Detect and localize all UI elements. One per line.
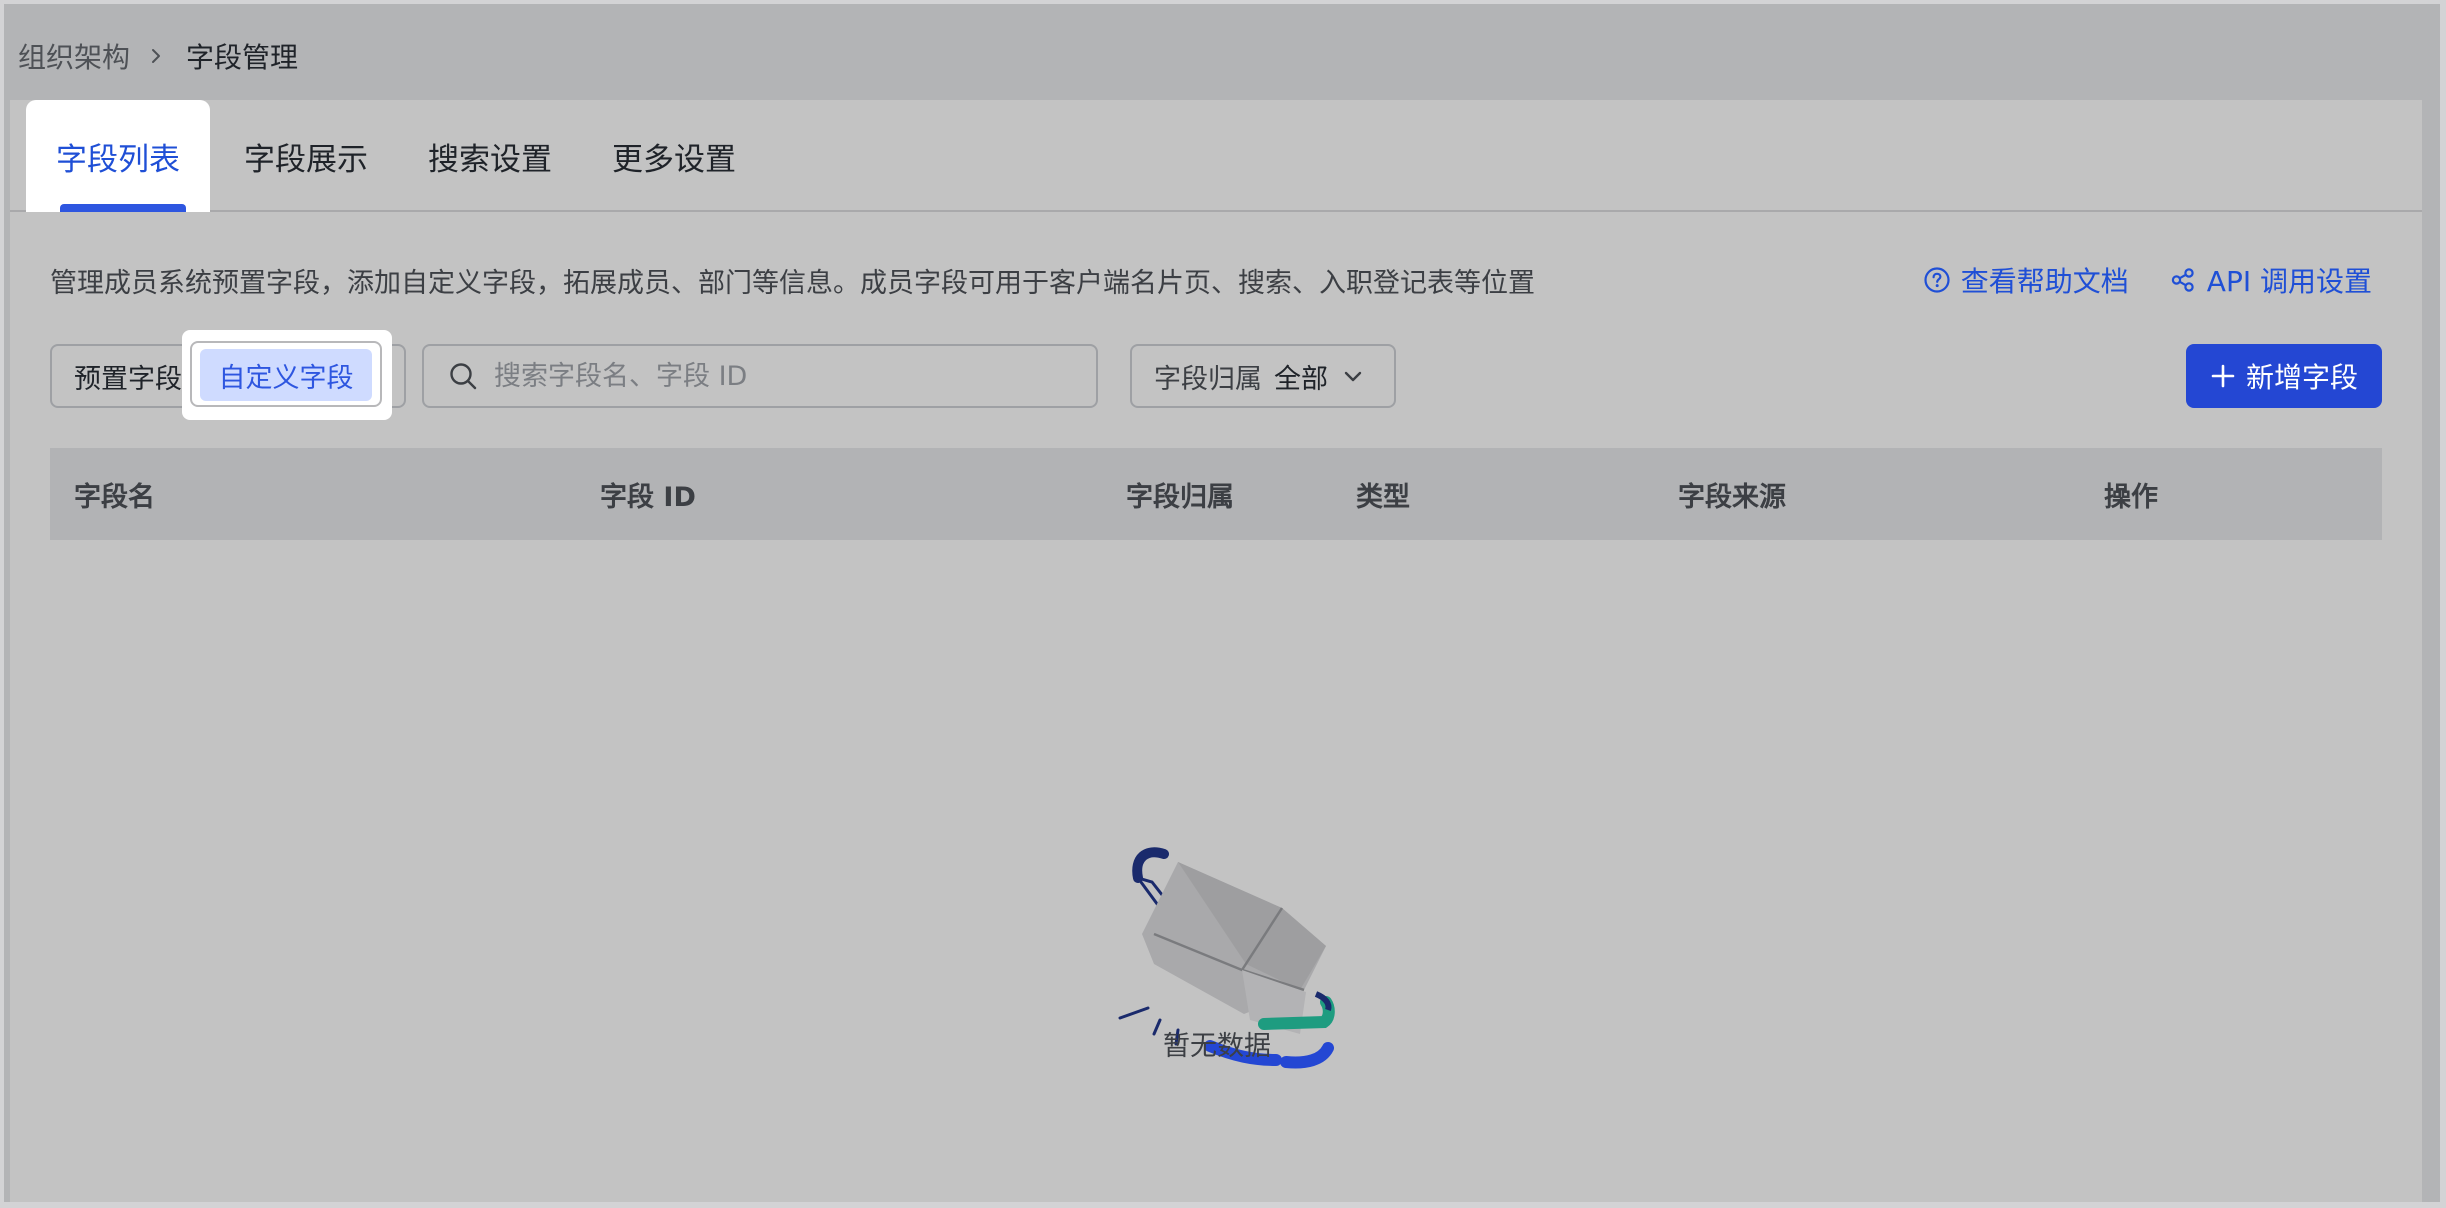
help-doc-link[interactable]: 查看帮助文档 <box>1923 260 2129 300</box>
chevron-right-icon <box>140 40 172 72</box>
add-field-label: 新增字段 <box>2245 361 2358 394</box>
help-doc-label: 查看帮助文档 <box>1960 265 2129 298</box>
api-settings-label: API 调用设置 <box>2206 265 2372 298</box>
segment-preset-fields[interactable]: 预置字段 <box>74 346 182 406</box>
column-header-actions: 操作 <box>2104 481 2158 513</box>
share-nodes-icon <box>2171 268 2194 292</box>
breadcrumb-current: 字段管理 <box>186 41 299 74</box>
api-settings-link[interactable]: API 调用设置 <box>2169 260 2372 300</box>
filter-label: 字段归属 <box>1154 363 1262 395</box>
column-header-field-name: 字段名 <box>74 481 155 513</box>
breadcrumb-parent-link[interactable]: 组织架构 <box>18 36 130 76</box>
page-description: 管理成员系统预置字段，添加自定义字段，拓展成员、部门等信息。成员字段可用于客户端… <box>50 267 1535 299</box>
filter-value: 全部 <box>1274 363 1328 395</box>
question-circle-icon <box>1924 267 1950 293</box>
tab-field-display[interactable]: 字段展示 <box>244 100 368 212</box>
tab-field-list[interactable]: 字段列表 <box>26 100 210 212</box>
empty-state-text: 暂无数据 <box>1163 1031 1271 1062</box>
column-header-field-id: 字段 ID <box>600 481 696 513</box>
segment-custom-fields[interactable]: 自定义字段 <box>200 349 372 401</box>
add-field-button[interactable]: 新增字段 <box>2186 344 2382 408</box>
column-header-source: 字段来源 <box>1678 481 1786 513</box>
search-input[interactable] <box>494 360 1054 392</box>
column-header-type: 类型 <box>1356 481 1410 513</box>
tab-search-settings[interactable]: 搜索设置 <box>428 100 552 212</box>
plus-icon <box>2211 364 2235 388</box>
column-header-ownership: 字段归属 <box>1126 481 1234 513</box>
tab-more-settings[interactable]: 更多设置 <box>612 100 736 212</box>
field-ownership-filter[interactable]: 字段归属 全部 <box>1130 344 1396 408</box>
field-search-box[interactable] <box>422 344 1098 408</box>
breadcrumb: 组织架构 字段管理 <box>18 36 298 76</box>
help-links: 查看帮助文档 API 调用设置 <box>1923 260 2372 300</box>
search-icon <box>450 363 477 390</box>
chevron-down-icon <box>1342 365 1364 387</box>
table-header: 字段名 字段 ID 字段归属 类型 字段来源 操作 <box>50 448 2382 540</box>
tab-bar: 字段列表 字段展示 搜索设置 更多设置 <box>10 100 2422 212</box>
tab-active-indicator <box>60 204 186 212</box>
